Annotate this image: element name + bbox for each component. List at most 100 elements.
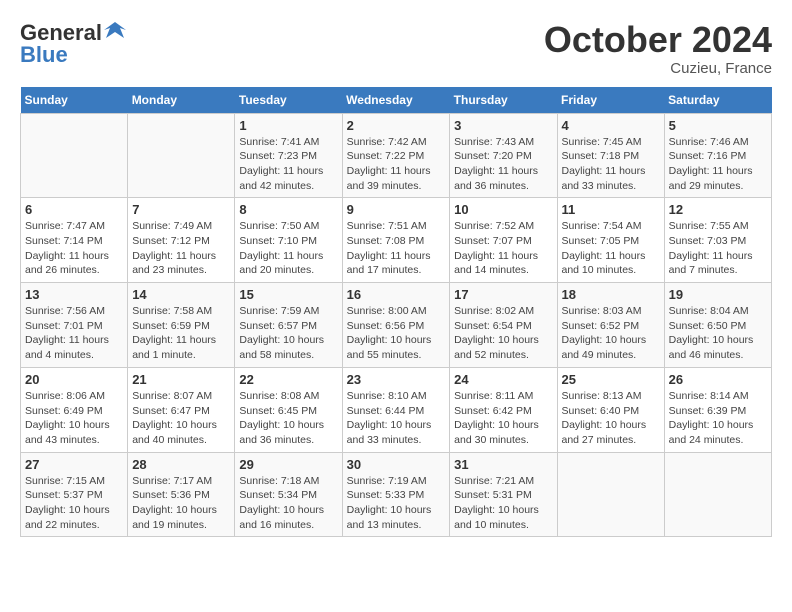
header-day-monday: Monday [128, 87, 235, 114]
day-info: Sunrise: 7:50 AMSunset: 7:10 PMDaylight:… [239, 219, 337, 278]
day-info: Sunrise: 7:55 AMSunset: 7:03 PMDaylight:… [669, 219, 767, 278]
day-number: 14 [132, 287, 230, 302]
day-info: Sunrise: 7:51 AMSunset: 7:08 PMDaylight:… [347, 219, 446, 278]
day-info: Sunrise: 7:52 AMSunset: 7:07 PMDaylight:… [454, 219, 552, 278]
calendar-cell: 22 Sunrise: 8:08 AMSunset: 6:45 PMDayligh… [235, 367, 342, 452]
calendar-table: SundayMondayTuesdayWednesdayThursdayFrid… [20, 87, 772, 538]
day-number: 23 [347, 372, 446, 387]
day-info: Sunrise: 7:21 AMSunset: 5:31 PMDaylight:… [454, 474, 552, 533]
day-number: 8 [239, 202, 337, 217]
day-number: 20 [25, 372, 123, 387]
day-info: Sunrise: 8:06 AMSunset: 6:49 PMDaylight:… [25, 389, 123, 448]
header-day-thursday: Thursday [450, 87, 557, 114]
day-number: 28 [132, 457, 230, 472]
day-info: Sunrise: 8:07 AMSunset: 6:47 PMDaylight:… [132, 389, 230, 448]
day-info: Sunrise: 7:42 AMSunset: 7:22 PMDaylight:… [347, 135, 446, 194]
day-info: Sunrise: 7:15 AMSunset: 5:37 PMDaylight:… [25, 474, 123, 533]
day-number: 1 [239, 118, 337, 133]
day-info: Sunrise: 8:14 AMSunset: 6:39 PMDaylight:… [669, 389, 767, 448]
day-info: Sunrise: 8:00 AMSunset: 6:56 PMDaylight:… [347, 304, 446, 363]
week-row-3: 13Sunrise: 7:56 AMSunset: 7:01 PMDayligh… [21, 283, 772, 368]
day-number: 11 [562, 202, 660, 217]
calendar-cell: 28 Sunrise: 7:17 AMSunset: 5:36 PMDayligh… [128, 452, 235, 537]
calendar-cell [557, 452, 664, 537]
day-info: Sunrise: 7:59 AMSunset: 6:57 PMDaylight:… [239, 304, 337, 363]
calendar-cell: 27 Sunrise: 7:15 AMSunset: 5:37 PMDayligh… [21, 452, 128, 537]
day-info: Sunrise: 8:11 AMSunset: 6:42 PMDaylight:… [454, 389, 552, 448]
calendar-cell: 29 Sunrise: 7:18 AMSunset: 5:34 PMDayligh… [235, 452, 342, 537]
day-number: 12 [669, 202, 767, 217]
day-info: Sunrise: 7:54 AMSunset: 7:05 PMDaylight:… [562, 219, 660, 278]
day-number: 7 [132, 202, 230, 217]
calendar-cell: 14 Sunrise: 7:58 AMSunset: 6:59 PMDayligh… [128, 283, 235, 368]
calendar-cell: 20 Sunrise: 8:06 AMSunset: 6:49 PMDayligh… [21, 367, 128, 452]
day-number: 10 [454, 202, 552, 217]
header-day-saturday: Saturday [664, 87, 771, 114]
calendar-cell: 8 Sunrise: 7:50 AMSunset: 7:10 PMDaylight… [235, 198, 342, 283]
day-info: Sunrise: 7:17 AMSunset: 5:36 PMDaylight:… [132, 474, 230, 533]
day-number: 6 [25, 202, 123, 217]
calendar-cell: 13Sunrise: 7:56 AMSunset: 7:01 PMDayligh… [21, 283, 128, 368]
calendar-cell: 10 Sunrise: 7:52 AMSunset: 7:07 PMDayligh… [450, 198, 557, 283]
calendar-cell: 5Sunrise: 7:46 AMSunset: 7:16 PMDaylight… [664, 113, 771, 198]
day-info: Sunrise: 7:18 AMSunset: 5:34 PMDaylight:… [239, 474, 337, 533]
day-number: 29 [239, 457, 337, 472]
day-number: 17 [454, 287, 552, 302]
calendar-cell: 18Sunrise: 8:03 AMSunset: 6:52 PMDayligh… [557, 283, 664, 368]
day-number: 9 [347, 202, 446, 217]
day-number: 22 [239, 372, 337, 387]
calendar-cell: 7 Sunrise: 7:49 AMSunset: 7:12 PMDaylight… [128, 198, 235, 283]
day-info: Sunrise: 7:41 AMSunset: 7:23 PMDaylight:… [239, 135, 337, 194]
page-header: General Blue October 2024 Cuzieu, France [20, 20, 772, 77]
calendar-cell: 30 Sunrise: 7:19 AMSunset: 5:33 PMDayligh… [342, 452, 450, 537]
day-info: Sunrise: 7:43 AMSunset: 7:20 PMDaylight:… [454, 135, 552, 194]
week-row-1: 1 Sunrise: 7:41 AMSunset: 7:23 PMDaylight… [21, 113, 772, 198]
day-number: 21 [132, 372, 230, 387]
week-row-4: 20 Sunrise: 8:06 AMSunset: 6:49 PMDayligh… [21, 367, 772, 452]
calendar-cell [128, 113, 235, 198]
header-row: SundayMondayTuesdayWednesdayThursdayFrid… [21, 87, 772, 114]
day-number: 25 [562, 372, 660, 387]
day-number: 27 [25, 457, 123, 472]
calendar-body: 1 Sunrise: 7:41 AMSunset: 7:23 PMDaylight… [21, 113, 772, 537]
day-info: Sunrise: 7:49 AMSunset: 7:12 PMDaylight:… [132, 219, 230, 278]
calendar-cell: 3 Sunrise: 7:43 AMSunset: 7:20 PMDaylight… [450, 113, 557, 198]
day-info: Sunrise: 7:45 AMSunset: 7:18 PMDaylight:… [562, 135, 660, 194]
day-number: 4 [562, 118, 660, 133]
calendar-cell: 15Sunrise: 7:59 AMSunset: 6:57 PMDayligh… [235, 283, 342, 368]
logo-blue-text: Blue [20, 42, 68, 68]
day-number: 30 [347, 457, 446, 472]
header-day-tuesday: Tuesday [235, 87, 342, 114]
day-number: 3 [454, 118, 552, 133]
day-info: Sunrise: 8:02 AMSunset: 6:54 PMDaylight:… [454, 304, 552, 363]
title-block: October 2024 Cuzieu, France [544, 20, 772, 77]
calendar-cell: 1 Sunrise: 7:41 AMSunset: 7:23 PMDaylight… [235, 113, 342, 198]
header-day-wednesday: Wednesday [342, 87, 450, 114]
day-number: 19 [669, 287, 767, 302]
calendar-cell: 19Sunrise: 8:04 AMSunset: 6:50 PMDayligh… [664, 283, 771, 368]
day-info: Sunrise: 7:46 AMSunset: 7:16 PMDaylight:… [669, 135, 767, 194]
day-info: Sunrise: 7:19 AMSunset: 5:33 PMDaylight:… [347, 474, 446, 533]
day-number: 2 [347, 118, 446, 133]
calendar-cell: 2 Sunrise: 7:42 AMSunset: 7:22 PMDaylight… [342, 113, 450, 198]
logo: General Blue [20, 20, 126, 68]
calendar-cell: 16 Sunrise: 8:00 AMSunset: 6:56 PMDayligh… [342, 283, 450, 368]
logo-bird-icon [104, 20, 126, 42]
day-number: 24 [454, 372, 552, 387]
day-info: Sunrise: 8:08 AMSunset: 6:45 PMDaylight:… [239, 389, 337, 448]
calendar-cell [664, 452, 771, 537]
day-info: Sunrise: 8:13 AMSunset: 6:40 PMDaylight:… [562, 389, 660, 448]
calendar-header: SundayMondayTuesdayWednesdayThursdayFrid… [21, 87, 772, 114]
day-info: Sunrise: 7:58 AMSunset: 6:59 PMDaylight:… [132, 304, 230, 363]
week-row-5: 27 Sunrise: 7:15 AMSunset: 5:37 PMDayligh… [21, 452, 772, 537]
header-day-friday: Friday [557, 87, 664, 114]
calendar-cell: 11 Sunrise: 7:54 AMSunset: 7:05 PMDayligh… [557, 198, 664, 283]
calendar-cell: 17 Sunrise: 8:02 AMSunset: 6:54 PMDayligh… [450, 283, 557, 368]
calendar-cell [21, 113, 128, 198]
day-number: 18 [562, 287, 660, 302]
calendar-cell: 9 Sunrise: 7:51 AMSunset: 7:08 PMDaylight… [342, 198, 450, 283]
calendar-cell: 6Sunrise: 7:47 AMSunset: 7:14 PMDaylight… [21, 198, 128, 283]
calendar-cell: 31Sunrise: 7:21 AMSunset: 5:31 PMDayligh… [450, 452, 557, 537]
day-info: Sunrise: 8:10 AMSunset: 6:44 PMDaylight:… [347, 389, 446, 448]
day-number: 16 [347, 287, 446, 302]
